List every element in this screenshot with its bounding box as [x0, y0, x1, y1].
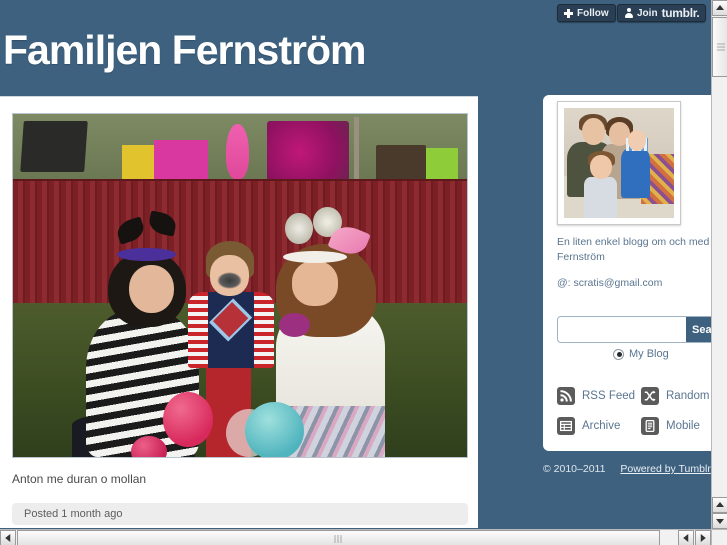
- blog-description: En liten enkel blogg om och med fa Ferns…: [557, 235, 725, 265]
- tumblr-wordmark: tumblr.: [661, 6, 700, 20]
- scroll-up-button-bottom[interactable]: [712, 497, 727, 513]
- main-content-column: Anton me duran o mollan Posted 1 month a…: [0, 96, 478, 528]
- search-scope-my-blog[interactable]: My Blog: [613, 348, 669, 360]
- join-button-label: Join: [637, 7, 658, 19]
- follow-button-label: Follow: [577, 7, 609, 19]
- contact-email: @: scratis@gmail.com: [557, 277, 663, 289]
- arrow-up-icon: [716, 502, 724, 507]
- sidebar-link-label: RSS Feed: [582, 390, 636, 402]
- page-footer: © 2010–2011 Powered by Tumblr: [543, 463, 711, 475]
- sidebar-links: RSS Feed Random Archive Mobile: [557, 381, 727, 441]
- browser-viewport: Familjen Fernström Follow Join tumblr. A…: [0, 0, 727, 545]
- shuffle-icon: [641, 387, 659, 405]
- horizontal-scrollbar[interactable]: [0, 529, 711, 545]
- sidebar-link-rss-feed[interactable]: RSS Feed: [557, 381, 641, 411]
- photo-amplifier: [376, 144, 427, 183]
- follow-button[interactable]: Follow: [557, 4, 616, 22]
- arrow-right-icon: [700, 534, 706, 542]
- scroll-left-button[interactable]: [0, 530, 16, 545]
- person-icon: [624, 8, 633, 18]
- sidebar-link-label: Archive: [582, 420, 621, 432]
- blog-description-line-2: Fernström: [557, 251, 605, 263]
- archive-icon: [557, 417, 575, 435]
- photo-balloon-pink-small: [131, 436, 168, 457]
- arrow-left-icon: [683, 534, 689, 542]
- sidebar-link-archive[interactable]: Archive: [557, 411, 641, 441]
- photo-balloon-teal: [244, 402, 304, 457]
- mobile-icon: [641, 417, 659, 435]
- scrollbar-corner: [711, 529, 727, 545]
- scroll-left-button-right[interactable]: [678, 530, 694, 545]
- avatar-father-head: [581, 117, 605, 146]
- photo-yellow-box: [121, 144, 154, 183]
- radio-selected-icon[interactable]: [613, 348, 624, 360]
- rss-icon: [557, 387, 575, 405]
- blog-description-line-1: En liten enkel blogg om och med fa: [557, 236, 722, 248]
- avatar-toddler-body: [583, 177, 617, 218]
- copyright-text: © 2010–2011: [543, 463, 606, 475]
- photo-boy-face-paint: [217, 271, 243, 289]
- post: Anton me duran o mollan Posted 1 month a…: [12, 113, 468, 525]
- arrow-up-icon: [716, 5, 724, 10]
- grip-icon: [717, 43, 725, 51]
- photo-person-right-head: [292, 261, 338, 307]
- search-form: Search: [557, 316, 727, 343]
- post-caption: Anton me duran o mollan: [12, 472, 147, 486]
- horizontal-scrollbar-thumb[interactable]: [17, 530, 660, 545]
- post-photo[interactable]: [12, 113, 468, 458]
- sidebar: En liten enkel blogg om och med fa Ferns…: [543, 95, 727, 451]
- scroll-right-button[interactable]: [695, 530, 711, 545]
- search-input[interactable]: [562, 318, 686, 341]
- sidebar-link-label: Random: [666, 390, 710, 402]
- photo-pole: [353, 117, 359, 180]
- photo-person-left-head: [128, 264, 175, 313]
- sidebar-link-label: Mobile: [666, 420, 700, 432]
- photo-pink-box: [153, 139, 209, 185]
- scroll-down-button[interactable]: [712, 513, 727, 529]
- join-tumblr-button[interactable]: Join tumblr.: [617, 4, 707, 22]
- photo-balloon-pink: [162, 391, 213, 447]
- plus-icon: [564, 8, 573, 18]
- vertical-scrollbar-thumb[interactable]: [712, 17, 727, 77]
- search-scope-label: My Blog: [629, 348, 669, 360]
- photo-pink-streamer: [226, 124, 250, 180]
- avatar-baby-body: [621, 148, 650, 199]
- photo-feather-one: [285, 213, 313, 245]
- vertical-scrollbar[interactable]: [711, 0, 727, 529]
- page-title: Familjen Fernström: [3, 27, 366, 73]
- post-meta-footer: Posted 1 month ago: [12, 503, 468, 525]
- photo-purple-backdrop: [267, 120, 349, 183]
- arrow-down-icon: [716, 519, 724, 524]
- photo-speaker: [20, 120, 88, 173]
- photo-green-box: [426, 148, 458, 183]
- powered-by-link[interactable]: Powered by Tumblr: [620, 463, 710, 475]
- avatar-frame: [557, 101, 681, 225]
- grip-icon: [334, 535, 343, 543]
- photo-shoulder-flower: [278, 312, 311, 337]
- avatar[interactable]: [564, 108, 674, 218]
- scroll-up-button[interactable]: [712, 0, 727, 16]
- arrow-left-icon: [5, 534, 11, 542]
